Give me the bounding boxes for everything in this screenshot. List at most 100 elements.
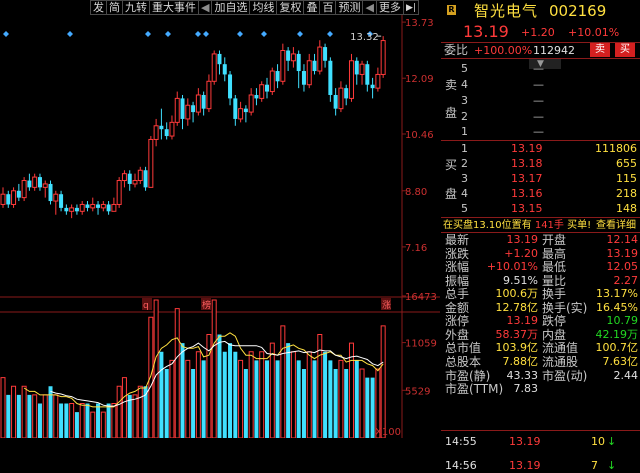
buy-row-4[interactable]: 4 13.16 218 bbox=[441, 186, 640, 201]
toolbar-ma-button[interactable]: 均线 bbox=[249, 0, 278, 15]
candle-body-down bbox=[143, 170, 148, 188]
buy-row-3[interactable]: 3 13.17 115 bbox=[441, 171, 640, 186]
quote-value: 7.88亿 bbox=[502, 354, 539, 368]
toolbar-jiuzhuan-button[interactable]: 九转 bbox=[122, 0, 150, 15]
buy-row-1[interactable]: 1 13.19 111806 bbox=[441, 141, 640, 156]
quote-row: 总手 100.6万 换手 13.17% bbox=[441, 287, 640, 301]
quote-label: 涨幅 bbox=[445, 260, 470, 275]
stock-change-pct: +10.01% bbox=[568, 26, 620, 39]
quote-label: 振幅 bbox=[445, 273, 470, 288]
sell-row-5[interactable]: 5 — bbox=[441, 61, 640, 76]
buy-price: 13.17 bbox=[511, 172, 543, 185]
candle-body-down bbox=[222, 64, 227, 75]
volume-bar-up bbox=[21, 385, 27, 438]
tick-row[interactable]: 14:55 13.19 10 ↓ bbox=[441, 434, 640, 449]
candle-body-down bbox=[6, 194, 11, 205]
quote-value-2: 12.05 bbox=[606, 260, 639, 274]
buy-row-2[interactable]: 2 13.18 655 bbox=[441, 156, 640, 171]
tick-row[interactable]: 14:56 13.19 7 ↓ bbox=[441, 458, 640, 473]
candle-body-up bbox=[211, 53, 217, 82]
view-detail-link[interactable]: 查看详细 bbox=[596, 219, 636, 232]
candle-body-up bbox=[238, 108, 244, 120]
quote-label-2: 最低 bbox=[542, 260, 567, 275]
toolbar-jian-button[interactable]: 简 bbox=[106, 0, 123, 15]
volume-bar-down bbox=[286, 343, 291, 438]
sell-button[interactable]: 卖 bbox=[590, 43, 610, 57]
sell-row-2[interactable]: 2 — bbox=[441, 109, 640, 124]
price-tick-label: 10.46 bbox=[405, 130, 434, 141]
quote-value: 12.78亿 bbox=[495, 300, 539, 314]
quote-row: 市盈(TTM) 7.83 bbox=[441, 382, 640, 396]
toolbar-adjust-button[interactable]: 复权 bbox=[276, 0, 305, 15]
stock-code: 002169 bbox=[549, 2, 607, 20]
volume-bar-down bbox=[16, 394, 21, 438]
kline-svg[interactable]: q 榜 涨 13.73 12.09 10.46 8.80 7.16 16473 11059 552… bbox=[0, 0, 440, 438]
volume-bar-down bbox=[370, 377, 375, 438]
volume-bar-up bbox=[11, 385, 17, 438]
volume-bar-down bbox=[6, 394, 11, 438]
buy-volume: 111806 bbox=[595, 142, 637, 155]
candle-body-up bbox=[185, 104, 191, 120]
quote-label: 总手 bbox=[445, 287, 470, 302]
volume-bar-up bbox=[148, 316, 154, 438]
sell-row-3[interactable]: 3 — bbox=[441, 93, 640, 108]
quote-row: 涨幅 +10.01% 最低 12.05 bbox=[441, 260, 640, 274]
sell-row-1[interactable]: 1 — bbox=[441, 124, 640, 139]
volume-bar-up bbox=[42, 394, 48, 438]
volume-bar-down bbox=[191, 369, 196, 438]
event-diamond-icon bbox=[145, 31, 151, 37]
toolbar-overlay-button[interactable]: 叠 bbox=[303, 0, 321, 15]
quote-value: 103.9亿 bbox=[495, 341, 539, 355]
candle-body-down bbox=[191, 105, 196, 113]
toolbar-collapse-icon[interactable]: ▶| bbox=[402, 0, 419, 15]
candle-body-up bbox=[280, 50, 286, 82]
volume-bar-down bbox=[64, 403, 69, 438]
toolbar-forecast-button[interactable]: 预测 bbox=[335, 0, 364, 15]
volume-bar-down bbox=[265, 360, 269, 438]
buy-level: 2 bbox=[461, 157, 468, 170]
candle-body-down bbox=[37, 177, 42, 188]
volume-bar-down bbox=[365, 377, 370, 438]
weibi-value: 112942 bbox=[533, 44, 575, 57]
candle-body-down bbox=[85, 204, 90, 208]
buy-row-5[interactable]: 5 13.15 148 bbox=[441, 201, 640, 216]
toolbar-prev-icon[interactable]: ◀ bbox=[198, 0, 213, 15]
sell-price: — bbox=[533, 78, 544, 91]
toolbar-fa-button[interactable]: 发 bbox=[90, 0, 107, 15]
volume-bar-down bbox=[301, 369, 306, 438]
quote-value-2: 2.44 bbox=[613, 368, 639, 382]
candle-body-up bbox=[69, 207, 75, 212]
toolbar-bai-button[interactable]: 百 bbox=[319, 0, 337, 15]
event-marker-label: 涨 bbox=[382, 300, 391, 311]
toolbar-back-icon[interactable]: ◀ bbox=[362, 0, 377, 15]
volume-bar-down bbox=[275, 360, 280, 438]
toolbar-more-button[interactable]: 更多 bbox=[375, 0, 404, 15]
sell-level: 4 bbox=[461, 78, 468, 91]
volume-bar-down bbox=[243, 369, 248, 438]
candle-body-down bbox=[344, 88, 349, 99]
volume-bar-up bbox=[90, 411, 96, 438]
volume-tick-label: 11059 bbox=[405, 339, 437, 350]
big-order-notice[interactable]: 在买盘13.10位置有 141手 买单! bbox=[443, 219, 591, 232]
sell-row-4[interactable]: 4 — bbox=[441, 77, 640, 92]
candle-body-up bbox=[375, 73, 381, 89]
toolbar-add-watch-button[interactable]: 加自选 bbox=[211, 0, 251, 15]
buy-level: 1 bbox=[461, 142, 468, 155]
volume-bar-up bbox=[211, 299, 217, 438]
quote-label-2: 流通值 bbox=[542, 341, 579, 356]
kline-chart[interactable]: q 榜 涨 13.73 12.09 10.46 8.80 7.16 16473 11059 552… bbox=[0, 0, 440, 438]
volume-bar-down bbox=[48, 386, 53, 438]
volume-bar-up bbox=[195, 351, 201, 438]
buy-button[interactable]: 买 bbox=[615, 43, 635, 57]
volume-bar-up bbox=[169, 359, 175, 438]
candle-body-down bbox=[312, 60, 317, 72]
volume-bar-down bbox=[159, 351, 164, 438]
toolbar-events-button[interactable]: 重大事件 bbox=[149, 0, 199, 15]
event-diamond-icon bbox=[261, 31, 267, 37]
quote-label-2: 换手 bbox=[542, 287, 567, 302]
event-diamond-icon bbox=[195, 31, 201, 37]
candle-body-up bbox=[32, 176, 38, 188]
sell-level: 5 bbox=[461, 62, 468, 75]
candle-body-up bbox=[137, 169, 143, 182]
candle-body-up bbox=[348, 60, 354, 99]
